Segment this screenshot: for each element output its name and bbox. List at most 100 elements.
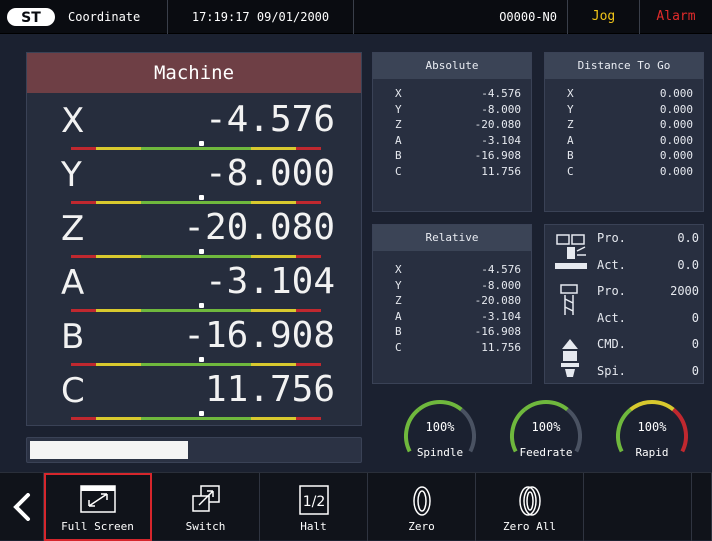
absolute-row-c: C 11.756 [373,165,531,180]
status-row: CMD. 0 [545,333,705,359]
status-value: 0 [691,310,699,325]
axis-value: -8.000 [481,278,521,292]
status-key: CMD. [597,337,626,351]
axis-range-bar [71,417,321,420]
axis-value: -4.576 [481,263,521,276]
absolute-row-y: Y -8.000 [373,103,531,118]
distance-row-a: A 0.000 [545,134,703,149]
gauge-rapid[interactable]: 100% Rapid [612,396,692,462]
axis-value: -4.576 [204,99,335,140]
distance-row-y: Y 0.000 [545,103,703,118]
alarm-indicator[interactable]: Alarm [640,0,712,34]
axis-letter: B [395,149,402,162]
distance-to-go-panel: Distance To Go X 0.000 Y 0.000 Z 0.000 A 0.… [544,52,704,212]
absolute-panel-title: Absolute [373,53,531,79]
axis-letter: C [395,164,402,178]
axis-letter: Y [395,278,402,292]
zero-all-button[interactable]: Zero All [476,473,584,541]
status-key: Pro. [597,284,626,298]
status-row: Act. 0.0 [545,254,705,280]
axis-value: 0.000 [659,149,693,162]
axis-label: X [61,101,85,141]
axis-value: -20.080 [474,294,521,307]
axis-value: -3.104 [204,261,335,302]
axis-value: -16.908 [474,149,521,162]
axis-value: -20.080 [183,207,335,248]
gauge-label: Rapid [635,446,669,459]
zero-icon [412,485,432,521]
relative-row-x: X -4.576 [373,263,531,278]
distance-row-c: C 0.000 [545,165,703,180]
axis-position-marker [199,411,204,416]
axis-row-y: Y -8.000 [27,151,361,205]
axis-range-bar [71,309,321,312]
absolute-row-b: B -16.908 [373,149,531,164]
svg-text:ST: ST [21,10,41,26]
axis-value: -20.080 [474,118,521,131]
axis-value: 11.756 [481,340,521,354]
axis-value: -16.908 [183,315,335,356]
relative-panel: Relative X -4.576 Y -8.000 Z -20.080 A -3.1… [372,224,532,384]
absolute-panel: Absolute X -4.576 Y -8.000 Z -20.080 A -3.1… [372,52,532,212]
absolute-row-a: A -3.104 [373,134,531,149]
distance-row-b: B 0.000 [545,149,703,164]
axis-letter: Z [567,118,574,131]
button-label: Halt [300,520,327,533]
axis-letter: X [395,87,402,100]
zero-button[interactable]: Zero [368,473,476,541]
status-key: Act. [597,310,626,325]
relative-row-a: A -3.104 [373,310,531,325]
axis-label: B [61,317,85,357]
axis-value: 0.000 [659,133,693,147]
axis-label: C [61,371,85,411]
status-value: 2000 [670,284,699,298]
switch-icon [191,485,221,517]
relative-row-y: Y -8.000 [373,279,531,294]
relative-row-c: C 11.756 [373,341,531,356]
axis-letter: A [567,133,574,147]
axis-value: -8.000 [481,102,521,116]
gauge-label: Spindle [416,446,464,459]
axis-position-marker [199,249,204,254]
axis-label: Z [61,209,85,249]
svg-text:1/2: 1/2 [302,494,325,510]
axis-value: 0.000 [659,118,693,131]
axis-range-bar [71,147,321,150]
axis-letter: Y [395,102,402,116]
full-screen-icon [79,485,116,517]
axis-position-marker [199,303,204,308]
full-screen-button[interactable]: Full Screen [44,473,152,541]
axis-row-x: X -4.576 [27,97,361,151]
mode-indicator[interactable]: Jog [568,0,640,34]
status-value: 0.0 [677,257,699,272]
status-key: Act. [597,257,626,272]
gauge-spindle[interactable]: 100% Spindle [400,396,480,462]
brand-logo-icon: ST [6,6,56,28]
empty-toolbar-slot [692,473,712,541]
back-button[interactable] [0,473,44,541]
datetime: 17:19:17 09/01/2000 [168,0,354,34]
halt-button[interactable]: 1/2 Halt [260,473,368,541]
machine-panel-title: Machine [27,53,361,93]
axis-letter: Z [395,118,402,131]
progress-fill [30,441,189,459]
axis-value: 0.000 [659,102,693,116]
zero-all-icon [516,485,544,521]
axis-label: Y [61,155,82,195]
axis-position-marker [199,141,204,146]
axis-letter: A [395,309,402,323]
button-label: Zero All [503,520,556,533]
switch-button[interactable]: Switch [152,473,260,541]
gauge-percent: 100% [531,420,561,434]
chevron-left-icon [13,493,30,521]
distance-row-x: X 0.000 [545,87,703,102]
progress-bar [26,437,362,463]
distance-row-z: Z 0.000 [545,118,703,133]
status-key: Pro. [597,231,626,245]
status-value: 0.0 [677,231,699,245]
gauge-feedrate[interactable]: 100% Feedrate [506,396,586,462]
relative-row-z: Z -20.080 [373,294,531,309]
axis-value: -3.104 [481,309,521,323]
axis-value: 11.756 [204,369,335,410]
axis-label: A [61,263,85,303]
